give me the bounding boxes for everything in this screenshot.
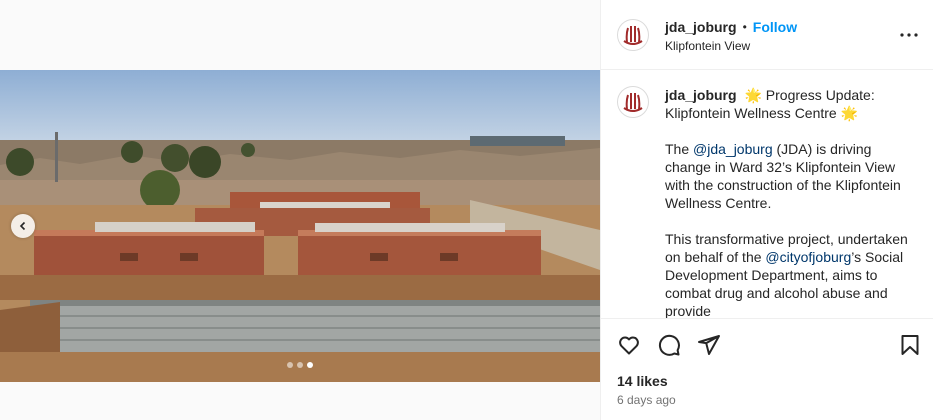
post-side-panel: jda_joburg • Follow Klipfontein View jda…	[600, 0, 933, 420]
send-icon	[698, 335, 720, 355]
caption-area: jda_joburg 🌟 Progress Update: Klipfontei…	[601, 70, 933, 318]
save-button[interactable]	[898, 333, 922, 357]
more-horizontal-icon	[900, 33, 918, 37]
heart-icon	[619, 336, 639, 355]
jda-logo-icon	[623, 26, 643, 45]
likes-count[interactable]: 14 likes	[617, 373, 668, 389]
construction-site-photo	[0, 70, 600, 382]
avatar[interactable]	[617, 19, 649, 51]
star-emoji: 🌟	[744, 87, 762, 103]
separator-dot: •	[742, 20, 747, 34]
star-emoji: 🌟	[840, 105, 859, 121]
mention-link[interactable]: @jda_joburg	[693, 141, 773, 157]
username-link[interactable]: jda_joburg	[665, 19, 737, 35]
header-user: jda_joburg • Follow	[665, 19, 797, 35]
post-timestamp[interactable]: 6 days ago	[617, 393, 676, 407]
comment-button[interactable]	[657, 333, 681, 357]
caption-paragraph: This transformative project, undertaken …	[665, 230, 920, 318]
carousel-indicator	[287, 362, 313, 368]
carousel-dot	[287, 362, 293, 368]
post-media	[0, 0, 600, 420]
more-options-button[interactable]	[897, 27, 921, 43]
post-actions: 14 likes 6 days ago	[601, 318, 933, 420]
carousel-dot	[297, 362, 303, 368]
post-caption: jda_joburg 🌟 Progress Update: Klipfontei…	[665, 86, 920, 318]
like-button[interactable]	[617, 333, 641, 357]
carousel-dot-active	[307, 362, 313, 368]
caption-paragraph: The @jda_joburg (JDA) is driving change …	[665, 140, 920, 212]
comment-icon	[658, 334, 680, 356]
caption-username-link[interactable]: jda_joburg	[665, 87, 737, 103]
chevron-left-icon	[19, 221, 26, 231]
instagram-post: jda_joburg • Follow Klipfontein View jda…	[0, 0, 933, 420]
post-photo[interactable]	[0, 70, 600, 382]
post-header: jda_joburg • Follow Klipfontein View	[601, 0, 933, 70]
location-link[interactable]: Klipfontein View	[665, 39, 750, 53]
bookmark-icon	[901, 335, 919, 355]
caption-paragraph: jda_joburg 🌟 Progress Update: Klipfontei…	[665, 86, 920, 122]
share-button[interactable]	[697, 333, 721, 357]
carousel-prev-button[interactable]	[11, 214, 35, 238]
mention-link[interactable]: @cityofjoburg	[765, 249, 851, 265]
avatar[interactable]	[617, 86, 649, 118]
follow-button[interactable]: Follow	[753, 19, 797, 35]
caption-text: The	[665, 141, 694, 157]
jda-logo-icon	[623, 93, 643, 112]
